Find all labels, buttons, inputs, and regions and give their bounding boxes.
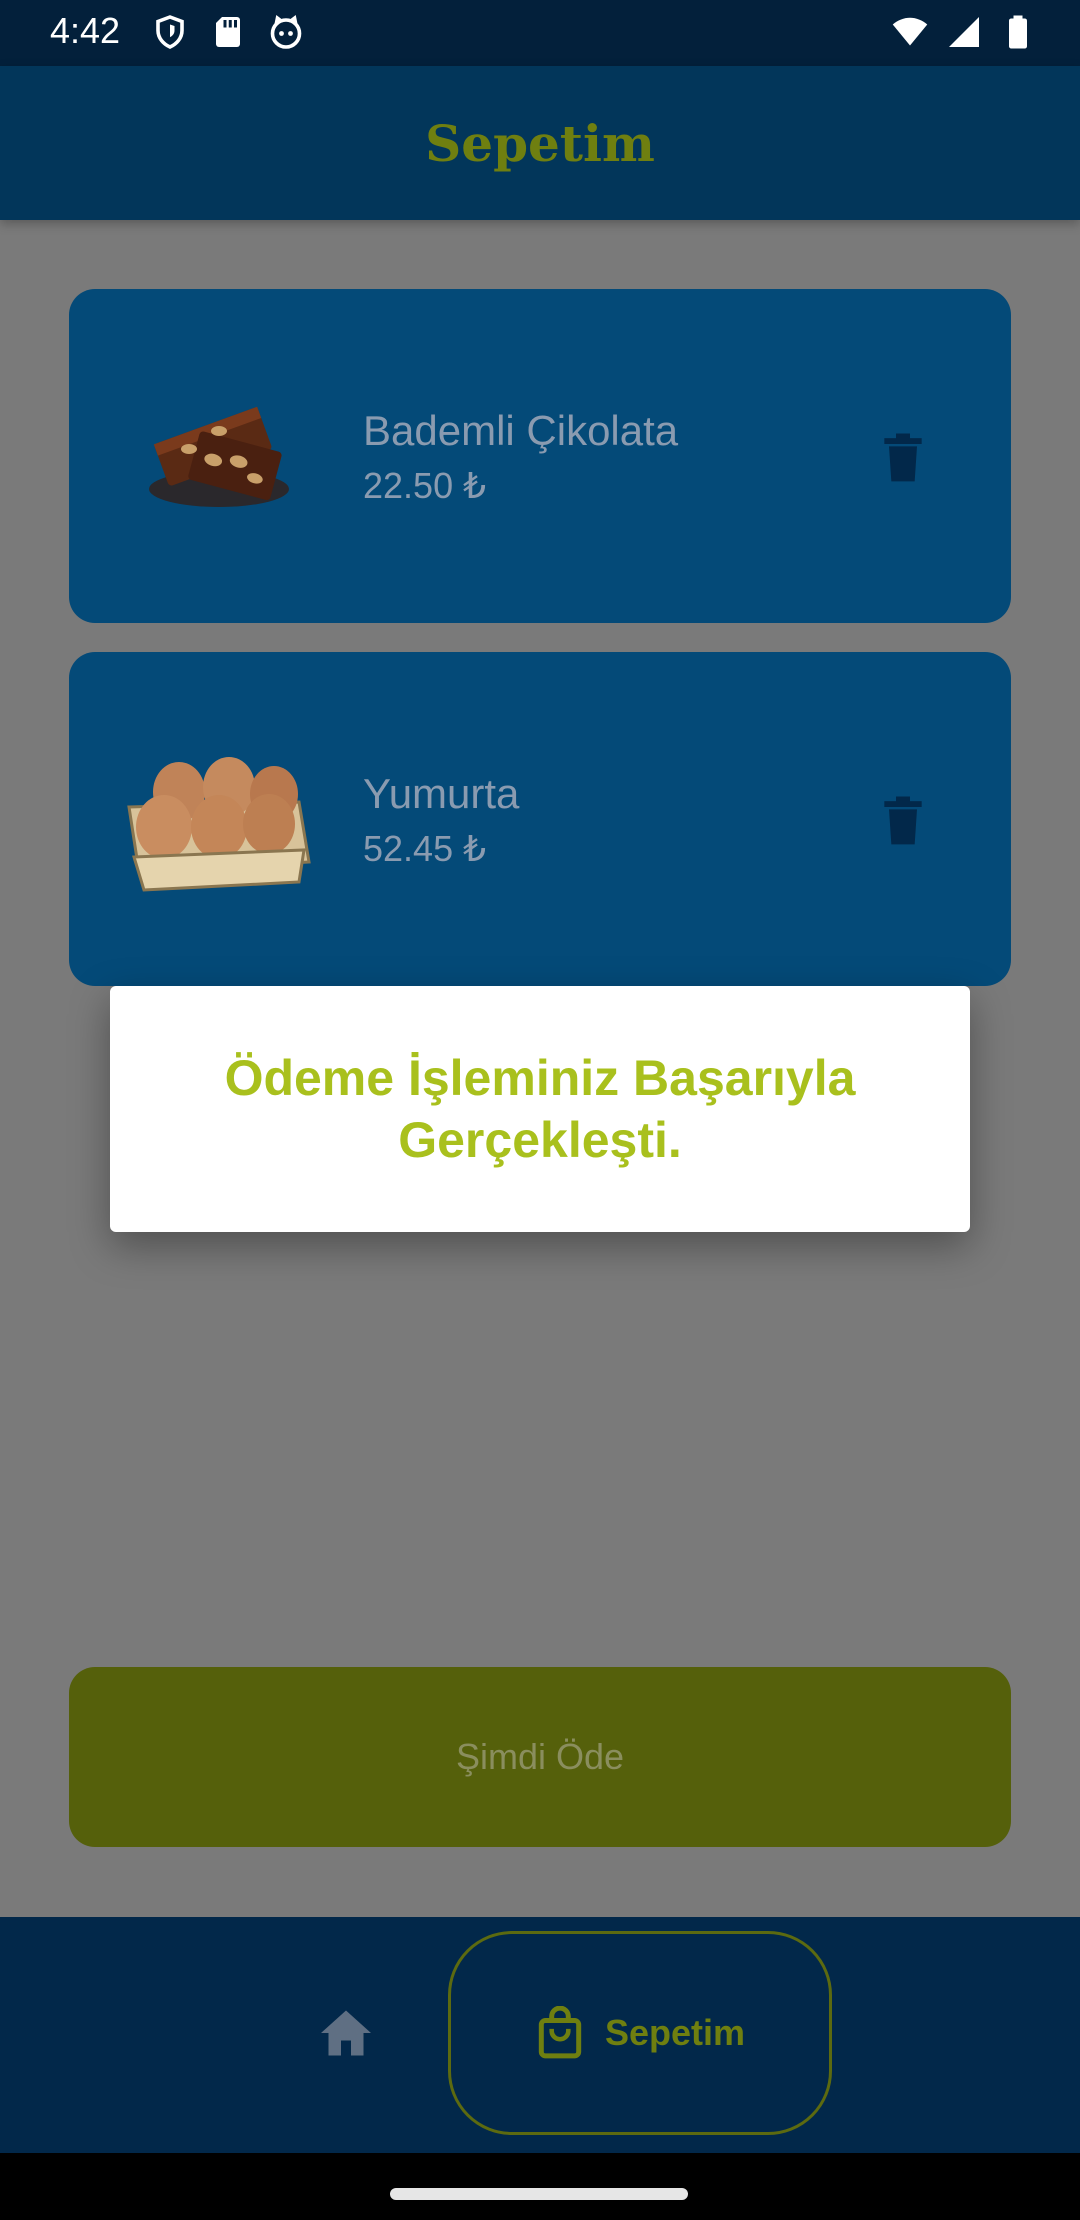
chocolate-image — [109, 369, 319, 539]
pay-now-button[interactable]: Şimdi Öde — [69, 1667, 1011, 1847]
status-bar: 4:42 — [0, 0, 1080, 66]
nav-item-cart[interactable]: Sepetim — [448, 1931, 832, 2135]
sd-card-icon — [210, 14, 246, 50]
page-title: Sepetim — [425, 113, 655, 173]
bottom-navigation: Sepetim — [0, 1917, 1080, 2153]
status-time: 4:42 — [50, 10, 121, 51]
app-bar: Sepetim — [0, 66, 1080, 220]
item-name: Yumurta — [363, 770, 520, 817]
home-gesture-handle[interactable] — [390, 2188, 688, 2200]
item-price: 22.50 ₺ — [363, 465, 486, 506]
item-price: 52.45 ₺ — [363, 828, 486, 869]
pay-now-label: Şimdi Öde — [455, 1736, 625, 1777]
success-dialog: Ödeme İşleminiz Başarıyla Gerçekleşti. — [110, 986, 970, 1232]
nav-cart-label: Sepetim — [604, 2012, 746, 2053]
status-icons-left — [152, 14, 304, 50]
shopping-bag-icon — [535, 2005, 585, 2060]
item-name: Bademli Çikolata — [363, 407, 679, 454]
dialog-message: Ödeme İşleminiz Başarıyla Gerçekleşti. — [224, 1050, 856, 1168]
cat-face-icon — [268, 14, 304, 50]
home-icon[interactable] — [314, 2003, 378, 2063]
cart-item: Bademli Çikolata 22.50 ₺ — [69, 289, 1011, 623]
trash-icon[interactable] — [875, 792, 931, 850]
cart-item: Yumurta 52.45 ₺ — [69, 652, 1011, 986]
trash-icon[interactable] — [875, 429, 931, 487]
shield-icon — [152, 14, 188, 50]
status-icons-right — [892, 14, 1036, 50]
gesture-nav-area — [0, 2153, 1080, 2220]
battery-icon — [1000, 14, 1036, 50]
signal-icon — [946, 14, 982, 50]
wifi-icon — [892, 14, 928, 50]
eggs-image — [109, 732, 319, 902]
